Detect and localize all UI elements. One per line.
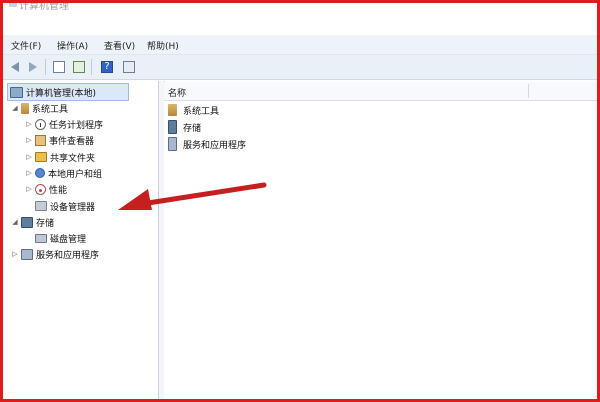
menu-view[interactable]: 查看(V) [104, 39, 135, 52]
list-item-label: 服务和应用程序 [183, 140, 247, 151]
menu-help[interactable]: 帮助(H) [147, 39, 179, 52]
storage-icon [21, 216, 33, 228]
back-icon [11, 62, 19, 72]
list-item-storage[interactable]: 存储 [168, 119, 201, 135]
tree-item-storage[interactable]: ◢ 存储 [11, 214, 54, 230]
tree-item-system-tools[interactable]: ◢ 系统工具 [11, 100, 68, 116]
event-viewer-icon [35, 134, 46, 146]
expand-arrow-icon[interactable]: ▷ [25, 185, 33, 193]
tree-item-label: 设备管理器 [50, 202, 96, 213]
list-item-label: 系统工具 [183, 106, 220, 117]
expand-arrow-icon[interactable]: ▷ [25, 136, 33, 144]
app-icon [9, 3, 17, 7]
expand-arrow-icon[interactable]: ▷ [11, 250, 19, 258]
list-item-services-apps[interactable]: 服务和应用程序 [168, 136, 246, 152]
tree-item-label: 性能 [49, 185, 68, 196]
console-tree-icon [53, 61, 65, 73]
device-manager-icon [35, 201, 47, 211]
export-icon [73, 61, 85, 73]
tree-item-performance[interactable]: ▷ 性能 [25, 181, 67, 197]
system-tools-icon [168, 104, 177, 116]
tree-item-label: 任务计划程序 [49, 120, 104, 131]
tree-item-task-scheduler[interactable]: ▷ 任务计划程序 [25, 116, 103, 132]
storage-icon [168, 120, 177, 134]
tree-item-local-users[interactable]: ▷ 本地用户和组 [25, 165, 102, 181]
services-apps-icon [21, 248, 33, 260]
tree-item-label: 服务和应用程序 [36, 250, 100, 261]
column-header-label: 名称 [168, 89, 187, 99]
tree-item-services-apps[interactable]: ▷ 服务和应用程序 [11, 246, 99, 262]
export-button[interactable] [71, 59, 87, 75]
title-bar: 计算机管理 [3, 3, 597, 35]
details-pane: 名称 系统工具 存储 服务和应用程序 [164, 82, 597, 399]
menu-file[interactable]: 文件(F) [11, 39, 41, 52]
column-divider[interactable] [528, 84, 529, 98]
show-hide-tree-button[interactable] [51, 59, 67, 75]
tree-item-label: 本地用户和组 [48, 169, 103, 180]
toolbar [3, 55, 597, 80]
collapse-arrow-icon[interactable]: ◢ [11, 104, 19, 112]
collapse-arrow-icon[interactable]: ◢ [11, 218, 19, 226]
screenshot-frame: 计算机管理 文件(F) 操作(A) 查看(V) 帮助(H) 计算机 [0, 0, 600, 402]
tree-item-disk-management[interactable]: 磁盘管理 [33, 230, 86, 246]
tree-item-label: 事件查看器 [49, 136, 95, 147]
window-title: 计算机管理 [19, 1, 69, 12]
computer-management-icon [10, 86, 23, 98]
tree-item-label: 共享文件夹 [50, 153, 96, 164]
back-button[interactable] [7, 59, 23, 75]
help-icon [101, 61, 113, 73]
menu-action[interactable]: 操作(A) [57, 39, 88, 52]
tree-item-device-manager[interactable]: 设备管理器 [33, 198, 95, 214]
users-icon [35, 168, 45, 178]
tree-item-shared-folders[interactable]: ▷ 共享文件夹 [25, 149, 95, 165]
properties-button[interactable] [121, 59, 137, 75]
forward-icon [29, 62, 37, 72]
tree-item-label: 磁盘管理 [50, 234, 87, 245]
properties-icon [123, 61, 135, 73]
column-header-name[interactable]: 名称 [164, 82, 597, 101]
tree-item-label: 系统工具 [32, 104, 69, 115]
performance-icon [35, 183, 46, 195]
disk-management-icon [35, 233, 47, 243]
system-tools-icon [21, 102, 29, 114]
toolbar-separator [45, 59, 46, 75]
toolbar-separator [91, 59, 92, 75]
help-button[interactable] [99, 59, 115, 75]
forward-button[interactable] [25, 59, 41, 75]
menu-bar: 文件(F) 操作(A) 查看(V) 帮助(H) [3, 35, 597, 55]
services-apps-icon [168, 137, 177, 151]
list-item-label: 存储 [183, 123, 202, 134]
tree-item-label: 存储 [36, 218, 55, 229]
expand-arrow-icon[interactable]: ▷ [25, 169, 33, 177]
list-item-system-tools[interactable]: 系统工具 [168, 102, 219, 118]
expand-arrow-icon[interactable]: ▷ [25, 153, 33, 161]
tree-item-event-viewer[interactable]: ▷ 事件查看器 [25, 132, 94, 148]
expand-arrow-icon[interactable]: ▷ [25, 120, 33, 128]
console-tree: 计算机管理(本地) ◢ 系统工具 ▷ 任务计划程序 ▷ 事件查看器 ▷ 共享文件… [5, 82, 158, 399]
tree-root-label: 计算机管理(本地) [26, 88, 97, 99]
tree-root[interactable]: 计算机管理(本地) [7, 83, 129, 101]
shared-folders-icon [35, 152, 47, 162]
task-scheduler-icon [35, 118, 46, 130]
